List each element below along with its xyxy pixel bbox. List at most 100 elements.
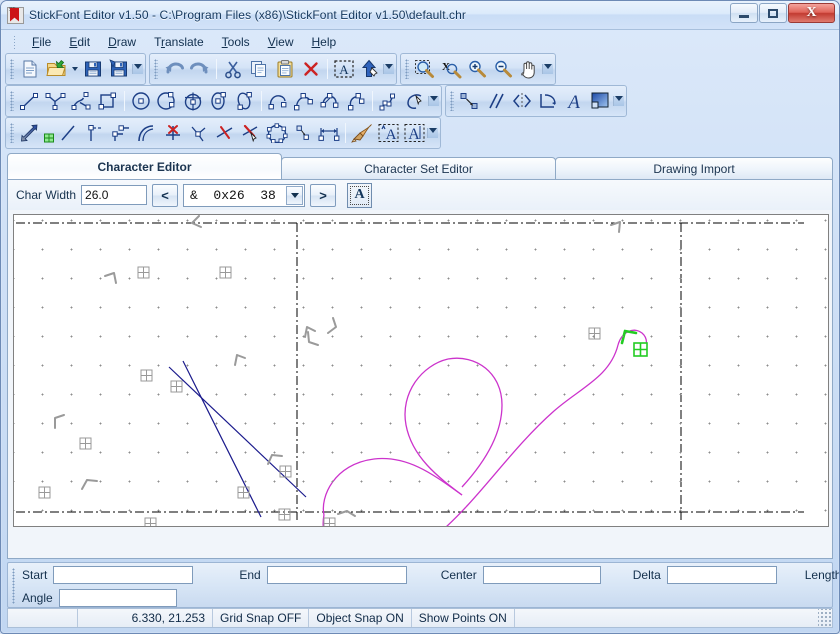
insert-snap-icon[interactable] xyxy=(316,120,342,146)
nearest-snap-icon[interactable] xyxy=(238,120,264,146)
arc-center-icon[interactable] xyxy=(317,88,343,114)
zoom-in-icon[interactable] xyxy=(464,56,490,82)
text-edit-icon[interactable]: A xyxy=(401,120,427,146)
endpoint-snap-icon[interactable] xyxy=(43,120,56,146)
text-icon[interactable]: A xyxy=(561,88,587,114)
circle-tangent-icon[interactable] xyxy=(180,88,206,114)
delete-icon[interactable] xyxy=(298,56,324,82)
cut-icon[interactable] xyxy=(220,56,246,82)
ellipse-icon[interactable] xyxy=(206,88,232,114)
arc-start-icon[interactable] xyxy=(343,88,369,114)
angle-input[interactable] xyxy=(58,588,177,607)
close-button[interactable]: X xyxy=(788,3,835,23)
tangent-snap-icon[interactable] xyxy=(160,120,186,146)
char-width-input[interactable] xyxy=(81,185,148,205)
menu-item-translate[interactable]: Translate xyxy=(145,33,213,51)
toolbar-overflow-file[interactable] xyxy=(132,64,143,74)
menu-item-view[interactable]: View xyxy=(259,33,303,51)
toolbar-overflow-zoom[interactable] xyxy=(542,64,553,74)
menu-item-help[interactable]: Help xyxy=(303,33,346,51)
save-as-icon[interactable] xyxy=(106,56,132,82)
zoom-extents-icon[interactable]: X xyxy=(438,56,464,82)
open-icon[interactable] xyxy=(43,56,69,82)
toolbar-gripper[interactable] xyxy=(10,59,14,79)
menu-item-edit[interactable]: Edit xyxy=(60,33,99,51)
rectangle-icon[interactable] xyxy=(95,88,121,114)
delta-input[interactable] xyxy=(666,565,777,584)
new-icon[interactable] xyxy=(17,56,43,82)
resize-grip-icon[interactable] xyxy=(818,609,832,627)
toolbar-gripper[interactable] xyxy=(450,91,454,111)
midpoint-snap-icon[interactable] xyxy=(82,120,108,146)
open-dropdown-arrow[interactable] xyxy=(69,67,80,71)
toolbar-overflow-edit[interactable] xyxy=(383,64,394,74)
intersect-snap-icon[interactable] xyxy=(186,120,212,146)
curve-select-icon[interactable] xyxy=(402,88,428,114)
menu-item-file[interactable]: File xyxy=(23,33,60,51)
perpendicular-snap-icon[interactable] xyxy=(108,120,134,146)
menu-item-tools[interactable]: Tools xyxy=(213,33,259,51)
ellipse-rot-icon[interactable] xyxy=(232,88,258,114)
toolbar-overflow-draw[interactable] xyxy=(428,96,439,106)
pan-hand-icon[interactable] xyxy=(516,56,542,82)
minimize-icon xyxy=(739,14,749,18)
tab-character-set-editor[interactable]: Character Set Editor xyxy=(281,157,556,179)
zoom-window-icon[interactable] xyxy=(412,56,438,82)
zoom-out-icon[interactable] xyxy=(490,56,516,82)
paintbrush-icon[interactable] xyxy=(349,120,375,146)
line-icon[interactable] xyxy=(17,88,43,114)
toolbar-overflow-modify[interactable] xyxy=(613,96,624,106)
move-icon[interactable] xyxy=(457,88,483,114)
status-grid-snap[interactable]: Grid Snap OFF xyxy=(213,609,310,627)
glyph-canvas[interactable] xyxy=(13,214,829,527)
quadrant-snap-icon[interactable] xyxy=(264,120,290,146)
text-mode-button[interactable]: A xyxy=(347,182,373,208)
circle-2pt-icon[interactable] xyxy=(154,88,180,114)
polyline-icon[interactable] xyxy=(43,88,69,114)
minimize-button[interactable] xyxy=(730,3,758,23)
svg-text:A: A xyxy=(566,92,580,111)
arc-icon[interactable] xyxy=(265,88,291,114)
center-input[interactable] xyxy=(482,565,601,584)
character-select[interactable]: & 0x26 38 xyxy=(183,183,306,207)
pointer-up-icon[interactable] xyxy=(357,56,383,82)
rotate-icon[interactable] xyxy=(535,88,561,114)
text-add-icon[interactable]: A xyxy=(375,120,401,146)
circle-icon[interactable] xyxy=(128,88,154,114)
redo-icon[interactable] xyxy=(187,56,213,82)
start-input[interactable] xyxy=(53,565,194,584)
select-text-icon[interactable]: A xyxy=(331,56,357,82)
char-width-label: Char Width xyxy=(16,188,77,202)
end-input[interactable] xyxy=(266,565,407,584)
center-snap-icon[interactable] xyxy=(212,120,238,146)
toolbar-overflow-snap[interactable] xyxy=(427,128,438,138)
parallel-icon[interactable] xyxy=(483,88,509,114)
prev-char-button[interactable]: < xyxy=(152,183,179,207)
toolbar-gripper[interactable] xyxy=(405,59,409,79)
fill-icon[interactable] xyxy=(587,88,613,114)
tab-character-editor[interactable]: Character Editor xyxy=(7,153,282,179)
undo-icon[interactable] xyxy=(161,56,187,82)
toolbar-gripper[interactable] xyxy=(154,59,158,79)
line-snap-icon[interactable] xyxy=(56,120,82,146)
mirror-icon[interactable] xyxy=(509,88,535,114)
toolbar-gripper[interactable] xyxy=(10,123,14,143)
menu-item-draw[interactable]: Draw xyxy=(99,33,145,51)
toolbar-gripper[interactable] xyxy=(10,91,14,111)
tab-drawing-import[interactable]: Drawing Import xyxy=(555,157,833,179)
node-snap-icon[interactable] xyxy=(290,120,316,146)
copy-icon[interactable] xyxy=(246,56,272,82)
save-icon[interactable] xyxy=(80,56,106,82)
status-show-points[interactable]: Show Points ON xyxy=(412,609,515,627)
svg-text:A: A xyxy=(385,127,396,143)
arc-3pt-icon[interactable] xyxy=(291,88,317,114)
corner-snap-icon[interactable] xyxy=(134,120,160,146)
scale-icon[interactable] xyxy=(17,120,43,146)
polyline-edit-icon[interactable] xyxy=(376,88,402,114)
status-object-snap[interactable]: Object Snap ON xyxy=(309,609,412,627)
chevron-down-icon[interactable] xyxy=(286,185,304,205)
next-char-button[interactable]: > xyxy=(310,183,337,207)
spline-icon[interactable] xyxy=(69,88,95,114)
paste-icon[interactable] xyxy=(272,56,298,82)
maximize-button[interactable] xyxy=(759,3,787,23)
